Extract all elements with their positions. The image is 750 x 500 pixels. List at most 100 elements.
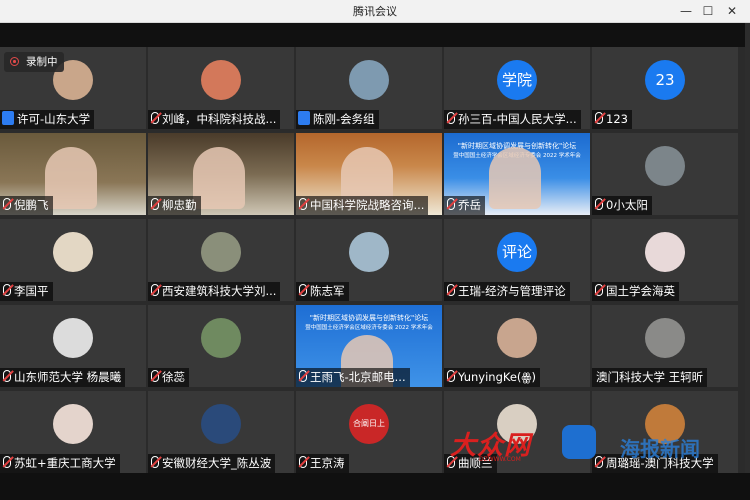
participant-tile[interactable]: 徐蕊 [148,305,294,387]
participant-name: 孙三百-中国人民大学... [458,112,577,126]
participant-tile[interactable]: 苏虹+重庆工商大学 [0,391,146,473]
participant-name-label: 西安建筑科技大学刘... [148,282,281,301]
recording-label: 录制中 [26,56,58,68]
mic-muted-icon [3,456,11,468]
participant-tile[interactable]: 山东师范大学 杨晨曦 [0,305,146,387]
participant-name: 苏虹+重庆工商大学 [14,456,116,470]
participant-name: 西安建筑科技大学刘... [162,284,277,298]
participant-tile[interactable]: 学院孙三百-中国人民大学... [444,47,590,129]
participant-tile[interactable]: 陈志军 [296,219,442,301]
avatar-text: 学院 [497,60,537,100]
watermark: 大众网 DZWWW.COM 海报新闻 [445,425,745,473]
participant-tile[interactable]: 澳门科技大学 王轲昕 [592,305,738,387]
participant-tile[interactable]: 刘峰，中科院科技战... [148,47,294,129]
maximize-button[interactable]: ☐ [698,2,718,20]
participant-tile[interactable]: 倪鹏飞 [0,133,146,215]
participant-name: 柳忠勤 [162,198,197,212]
participant-name: 中国科学院战略咨询... [310,198,425,212]
participant-name: 倪鹏飞 [14,198,49,212]
participant-tile[interactable]: 李国平 [0,219,146,301]
host-user-icon [298,111,310,125]
participant-name-label: 柳忠勤 [148,196,201,215]
avatar [645,232,685,272]
participant-name-label: 乔岳 [444,196,485,215]
participant-tile[interactable]: 合阐日上 王京涛 [296,391,442,473]
participant-tile[interactable]: 0小太阳 [592,133,738,215]
bottom-toolbar [0,473,750,500]
participant-tile[interactable]: 陈刚-会务组 [296,47,442,129]
participant-name-label: 陈刚-会务组 [296,110,379,129]
participant-name-label: 倪鹏飞 [0,196,53,215]
close-button[interactable]: ✕ [722,2,742,20]
participant-name-label: 徐蕊 [148,368,189,387]
avatar [201,404,241,444]
participant-tile[interactable]: YunyingKe(ꙮ) [444,305,590,387]
banner-subtitle: 暨中国国土经济学会区域经济专委会 2022 学术年会 [305,325,433,331]
avatar-text: 合阐日上 [349,404,389,444]
participant-name: 王雨飞-北京邮电... [310,370,406,384]
participant-name: 安徽财经大学_陈丛波 [162,456,272,470]
participant-name-label: 国土学会海英 [592,282,679,301]
scrollbar[interactable] [745,23,750,473]
app-logo-icon [562,425,596,459]
mic-muted-icon [299,198,307,210]
participant-tile[interactable]: 23 123 [592,47,738,129]
recording-indicator[interactable]: 录制中 [4,52,64,72]
participant-name-label: 王京涛 [296,454,349,473]
participant-name: 澳门科技大学 王轲昕 [596,370,704,384]
participant-name: YunyingKe(ꙮ) [458,370,536,384]
participant-name-label: 123 [592,110,632,129]
participant-name: 王瑞-经济与管理评论 [458,284,566,298]
participant-name: 许可-山东大学 [17,112,91,126]
participant-name-label: 刘峰，中科院科技战... [148,110,281,129]
banner-title: "新时期区域协调发展与创新转化"论坛 [309,314,429,322]
participant-name-label: 苏虹+重庆工商大学 [0,454,120,473]
minimize-button[interactable]: — [676,2,696,20]
avatar-text: 23 [645,60,685,100]
participant-name: 李国平 [14,284,49,298]
mic-muted-icon [299,370,307,382]
participant-name-label: 山东师范大学 杨晨曦 [0,368,126,387]
participant-tile[interactable]: 国土学会海英 [592,219,738,301]
avatar [53,318,93,358]
participant-name: 刘峰，中科院科技战... [162,112,277,126]
participant-tile[interactable]: 柳忠勤 [148,133,294,215]
participant-name-label: YunyingKe(ꙮ) [444,368,540,387]
participant-name: 陈志军 [310,284,345,298]
participant-tile[interactable]: 安徽财经大学_陈丛波 [148,391,294,473]
avatar [645,318,685,358]
participant-name-label: 澳门科技大学 王轲昕 [592,368,708,387]
participant-name-label: 李国平 [0,282,53,301]
participant-tile[interactable]: 中国科学院战略咨询... [296,133,442,215]
window-title: 腾讯会议 [353,5,397,18]
participant-tile[interactable]: 评论 王瑞-经济与管理评论 [444,219,590,301]
watermark-url: DZWWW.COM [479,456,521,463]
mic-muted-icon [299,284,307,296]
participant-name-label: 许可-山东大学 [0,110,95,129]
participant-name: 王京涛 [310,456,345,470]
avatar [201,318,241,358]
participant-tile[interactable]: "新时期区域协调发展与创新转化"论坛暨中国国土经济学会区域经济专委会 2022 … [444,133,590,215]
participant-name: 山东师范大学 杨晨曦 [14,370,122,384]
participant-name: 徐蕊 [162,370,185,384]
mic-muted-icon [151,370,159,382]
avatar [201,232,241,272]
mic-muted-icon [151,198,159,210]
mic-muted-icon [447,370,455,382]
mic-muted-icon [151,456,159,468]
person-silhouette [489,147,541,209]
avatar [645,146,685,186]
avatar [349,232,389,272]
participant-tile[interactable]: 西安建筑科技大学刘... [148,219,294,301]
avatar [497,318,537,358]
participant-grid: 许可-山东大学 刘峰，中科院科技战... 陈刚-会务组 学院孙三百-中国人民大学...… [0,47,745,473]
person-silhouette [193,147,245,209]
mic-muted-icon [3,284,11,296]
avatar [53,404,93,444]
participant-tile[interactable]: "新时期区域协调发展与创新转化"论坛暨中国国土经济学会区域经济专委会 2022 … [296,305,442,387]
participant-name: 国土学会海英 [606,284,675,298]
participant-name-label: 中国科学院战略咨询... [296,196,429,215]
mic-muted-icon [595,198,603,210]
top-toolbar [0,23,750,47]
participant-name: 0小太阳 [606,198,648,212]
